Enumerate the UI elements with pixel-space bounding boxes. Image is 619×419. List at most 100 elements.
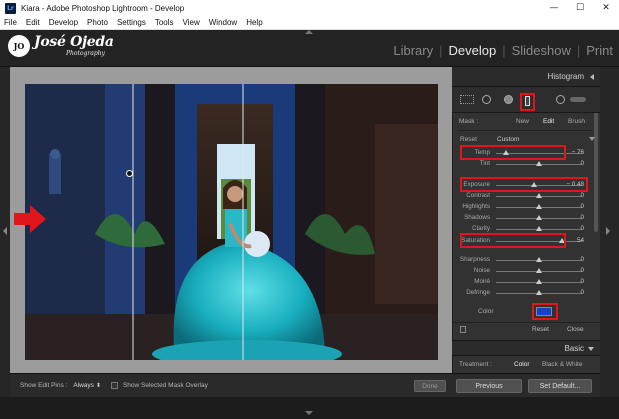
done-button[interactable]: Done <box>414 380 446 392</box>
menu-help[interactable]: Help <box>246 18 262 27</box>
mask-edit-button[interactable]: Edit <box>543 118 554 125</box>
menu-develop[interactable]: Develop <box>49 18 78 27</box>
slider-thumb[interactable] <box>536 279 542 284</box>
slider-row-moir: Moiré 0 <box>452 277 600 288</box>
expand-histogram-icon[interactable] <box>590 74 594 80</box>
color-highlight <box>532 303 558 320</box>
effect-label: Reset <box>460 136 477 143</box>
slider-value[interactable]: 0 <box>580 214 584 221</box>
menu-photo[interactable]: Photo <box>87 18 108 27</box>
reset-row: Reset Close <box>452 322 600 336</box>
menu-view[interactable]: View <box>183 18 200 27</box>
minimize-button[interactable]: — <box>541 0 567 16</box>
expand-filmstrip-icon[interactable] <box>305 411 313 415</box>
chevron-down-icon[interactable] <box>589 137 595 141</box>
reset-button[interactable]: Reset <box>532 326 549 333</box>
slider-thumb[interactable] <box>536 226 542 231</box>
slider-row-highlights: Highlights 0 <box>452 202 600 213</box>
menu-file[interactable]: File <box>4 18 17 27</box>
slider-label: Shadows <box>464 214 490 221</box>
mask-brush-button[interactable]: Brush <box>568 118 585 125</box>
chevron-down-icon[interactable]: ⬍ <box>96 382 101 389</box>
color-row: Color <box>452 305 600 319</box>
slider-value[interactable]: 0 <box>580 256 584 263</box>
slider-value[interactable]: 0 <box>580 278 584 285</box>
panel-footer: Previous Set Default... <box>452 373 600 397</box>
slider-value[interactable]: 0 <box>580 160 584 167</box>
slider-thumb[interactable] <box>536 204 542 209</box>
collapse-top-panel-icon[interactable] <box>305 30 313 34</box>
graduated-filter-pin[interactable] <box>126 170 133 177</box>
crop-overlay-icon[interactable] <box>460 95 474 104</box>
slider-value[interactable]: 0 <box>580 203 584 210</box>
menu-window[interactable]: Window <box>209 18 237 27</box>
slider-label: Defringe <box>466 289 490 296</box>
slider-label: Clarity <box>472 225 490 232</box>
menu-settings[interactable]: Settings <box>117 18 146 27</box>
effect-preset-select[interactable]: Custom <box>497 136 519 143</box>
slider-value[interactable]: 0 <box>580 289 584 296</box>
expand-left-panel-icon[interactable] <box>3 227 7 235</box>
module-separator: | <box>502 43 506 58</box>
slider-label: Noise <box>473 267 490 274</box>
slider-highlight <box>460 145 566 160</box>
mask-switch-icon[interactable] <box>460 326 466 333</box>
slider-value[interactable]: 0 <box>580 225 584 232</box>
mask-new-button[interactable]: New <box>516 118 529 125</box>
identity-plate-subtitle: Photography <box>66 50 105 57</box>
slider-row-sharpness: Sharpness 0 <box>452 255 600 266</box>
slider-thumb[interactable] <box>536 215 542 220</box>
divider <box>458 130 592 131</box>
module-separator: | <box>439 43 443 58</box>
close-button[interactable]: Close <box>567 326 584 333</box>
window-title: Kiara - Adobe Photoshop Lightroom - Deve… <box>21 3 185 13</box>
slider-label: Sharpness <box>459 256 490 263</box>
maximize-button[interactable]: ☐ <box>567 0 593 16</box>
expand-basic-icon[interactable] <box>588 347 594 351</box>
module-library[interactable]: Library <box>393 43 433 58</box>
identity-logo-mark: JO <box>8 35 30 57</box>
module-slideshow[interactable]: Slideshow <box>512 43 571 58</box>
red-eye-icon[interactable] <box>504 95 513 104</box>
slider-label: Highlights <box>462 203 490 210</box>
slider-label: Moiré <box>474 278 490 285</box>
module-develop[interactable]: Develop <box>449 43 497 58</box>
slider-label: Contrast <box>466 192 490 199</box>
module-picker: Library | Develop | Slideshow | Print <box>393 43 613 58</box>
spot-removal-icon[interactable] <box>482 95 491 104</box>
module-print[interactable]: Print <box>586 43 613 58</box>
adjustment-brush-icon[interactable] <box>570 97 586 102</box>
slider-thumb[interactable] <box>536 257 542 262</box>
histogram-header[interactable]: Histogram <box>452 67 600 87</box>
previous-button[interactable]: Previous <box>456 379 522 393</box>
slider-thumb[interactable] <box>536 268 542 273</box>
radial-filter-icon[interactable] <box>556 95 565 104</box>
slider-value[interactable]: 54 <box>577 237 584 244</box>
edit-pins-select[interactable]: Always <box>73 382 94 389</box>
treatment-bw-option[interactable]: Black & White <box>542 361 582 368</box>
collapse-right-panel-icon[interactable] <box>606 227 610 235</box>
menu-edit[interactable]: Edit <box>26 18 40 27</box>
slider-value[interactable]: 0 <box>580 192 584 199</box>
slider-thumb[interactable] <box>536 193 542 198</box>
treatment-color-option[interactable]: Color <box>514 361 530 368</box>
identity-plate-name: José Ojeda <box>34 34 114 50</box>
slider-row-defringe: Defringe 0 <box>452 288 600 299</box>
window-titlebar: Lr Kiara - Adobe Photoshop Lightroom - D… <box>0 0 619 16</box>
menu-tools[interactable]: Tools <box>155 18 174 27</box>
photo-preview[interactable] <box>25 84 438 360</box>
slider-value[interactable]: 0 <box>580 267 584 274</box>
slider-thumb[interactable] <box>536 290 542 295</box>
slider-value[interactable]: − 76 <box>572 149 584 156</box>
menu-bar: File Edit Develop Photo Settings Tools V… <box>0 16 619 30</box>
slider-thumb[interactable] <box>536 161 542 166</box>
slider-row-noise: Noise 0 <box>452 266 600 277</box>
module-picker-bar: JO José Ojeda Photography Library | Deve… <box>0 30 619 67</box>
mask-overlay-checkbox[interactable] <box>110 382 118 389</box>
graduated-filter-highlight <box>520 93 535 111</box>
basic-header[interactable]: Basic <box>452 340 600 356</box>
lightroom-app-icon: Lr <box>5 2 16 14</box>
slider-row-shadows: Shadows 0 <box>452 213 600 224</box>
close-window-button[interactable]: ✕ <box>593 0 619 16</box>
set-default-button[interactable]: Set Default... <box>528 379 592 393</box>
